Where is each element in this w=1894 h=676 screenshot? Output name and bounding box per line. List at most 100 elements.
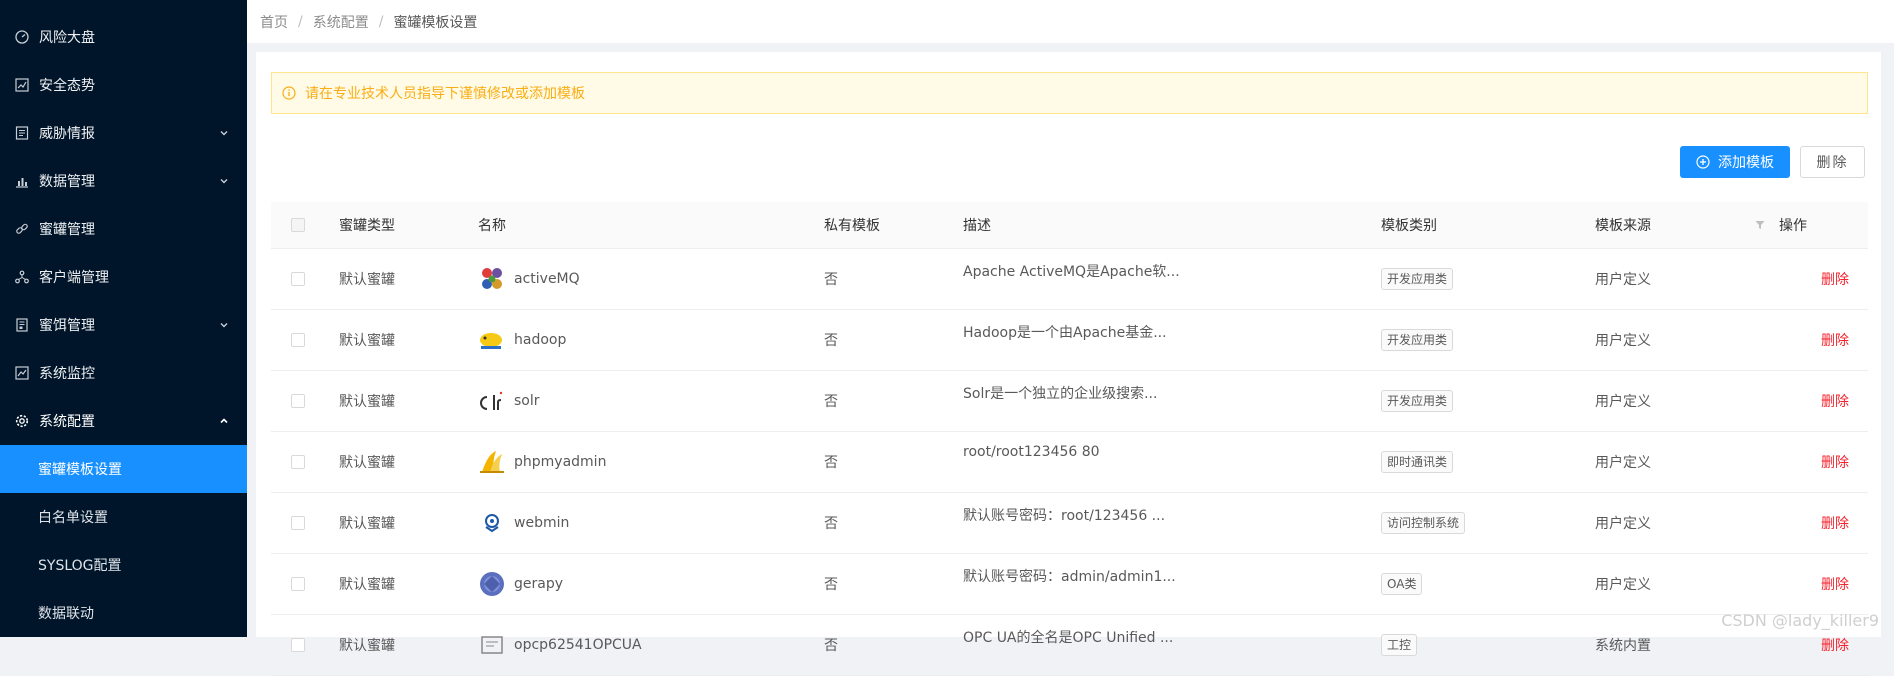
line-chart-icon (14, 77, 30, 93)
cell-desc: Apache ActiveMQ是Apache软... (963, 264, 1180, 280)
category-tag: 开发应用类 (1381, 390, 1454, 412)
cell-private: 否 (824, 516, 838, 532)
cell-type: 默认蜜罐 (339, 272, 395, 288)
table-row: 默认蜜罐 phpmyadmin 否 root/root123456 80 即时通… (271, 432, 1868, 493)
template-table: 蜜罐类型 名称 私有模板 描述 模板类别 模板来源 操作 默认蜜罐 active… (271, 202, 1868, 676)
sidebar-item-data-management[interactable]: 数据管理 (0, 157, 247, 205)
filter-icon[interactable] (1755, 202, 1765, 248)
cell-desc: root/root123456 80 (963, 444, 1100, 460)
header-category: 模板类别 (1381, 218, 1437, 234)
cell-source: 用户定义 (1595, 272, 1651, 288)
sidebar-subitem-syslog[interactable]: SYSLOG配置 (0, 541, 247, 589)
alert-text: 请在专业技术人员指导下谨慎修改或添加模板 (305, 86, 585, 102)
delete-button[interactable]: 删除 (1800, 146, 1865, 178)
sidebar-item-system-config[interactable]: 系统配置 (0, 397, 247, 445)
cell-type: 默认蜜罐 (339, 394, 395, 410)
webmin-logo (478, 509, 506, 537)
sidebar-subitem-label: 数据联动 (38, 606, 94, 622)
sidebar-subitem-data-linkage[interactable]: 数据联动 (0, 589, 247, 637)
cell-private: 否 (824, 394, 838, 410)
row-checkbox[interactable] (291, 333, 305, 347)
cell-name-text: hadoop (514, 332, 567, 348)
warning-alert: 请在专业技术人员指导下谨慎修改或添加模板 (271, 72, 1868, 114)
sidebar-item-system-monitor[interactable]: 系统监控 (0, 349, 247, 397)
row-delete-link[interactable]: 删除 (1821, 330, 1849, 350)
sidebar-item-security-posture[interactable]: 安全态势 (0, 61, 247, 109)
sidebar-item-label: 安全态势 (39, 78, 95, 94)
sidebar-item-client-management[interactable]: 客户端管理 (0, 253, 247, 301)
setting-icon (14, 413, 30, 429)
header-name: 名称 (478, 218, 506, 234)
sidebar-subitem-label: SYSLOG配置 (38, 558, 122, 574)
cell-source: 用户定义 (1595, 394, 1651, 410)
hadoop-logo (478, 326, 506, 354)
row-delete-link[interactable]: 删除 (1821, 452, 1849, 472)
cell-source: 用户定义 (1595, 455, 1651, 471)
cell-name: phpmyadmin (478, 432, 606, 492)
row-checkbox[interactable] (291, 516, 305, 530)
category-tag: 访问控制系统 (1381, 512, 1466, 534)
breadcrumb-system-config[interactable]: 系统配置 (313, 12, 369, 32)
sidebar-item-honeypot-management[interactable]: 蜜罐管理 (0, 205, 247, 253)
template-panel: 请在专业技术人员指导下谨慎修改或添加模板 添加模板 删除 蜜罐类型 名称 私有模… (256, 52, 1881, 676)
category-tag: 开发应用类 (1381, 268, 1454, 290)
sidebar: 风险大盘 安全态势 威胁情报 数据管理 蜜罐管理 客户端管理 蜜饵管理 系统监控… (0, 0, 247, 637)
cell-desc: Hadoop是一个由Apache基金... (963, 325, 1167, 341)
table-row: 默认蜜罐 solr 否 Solr是一个独立的企业级搜索... 开发应用类 用户定… (271, 371, 1868, 432)
cell-name: solr (478, 371, 540, 431)
category-tag: 即时通讯类 (1381, 451, 1454, 473)
row-checkbox[interactable] (291, 577, 305, 591)
cell-name-text: webmin (514, 515, 570, 531)
breadcrumb-home[interactable]: 首页 (260, 12, 288, 32)
sidebar-subitem-whitelist[interactable]: 白名单设置 (0, 493, 247, 541)
row-delete-link[interactable]: 删除 (1821, 635, 1849, 655)
breadcrumb: 首页 / 系统配置 / 蜜罐模板设置 (247, 0, 1894, 43)
activemq-logo (478, 265, 506, 293)
row-delete-link[interactable]: 删除 (1821, 391, 1849, 411)
row-checkbox[interactable] (291, 455, 305, 469)
cell-private: 否 (824, 638, 838, 654)
header-private: 私有模板 (824, 218, 880, 234)
cell-name-text: opcp62541OPCUA (514, 637, 642, 653)
row-checkbox[interactable] (291, 272, 305, 286)
cell-type: 默认蜜罐 (339, 577, 395, 593)
cell-name-text: gerapy (514, 576, 564, 592)
cell-type: 默认蜜罐 (339, 333, 395, 349)
header-source: 模板来源 (1595, 218, 1651, 234)
row-delete-link[interactable]: 删除 (1821, 574, 1849, 594)
category-tag: OA类 (1381, 573, 1423, 595)
cell-source: 用户定义 (1595, 333, 1651, 349)
row-delete-link[interactable]: 删除 (1821, 269, 1849, 289)
sidebar-item-threat-intel[interactable]: 威胁情报 (0, 109, 247, 157)
breadcrumb-current: 蜜罐模板设置 (393, 14, 478, 31)
bar-chart-icon (14, 173, 30, 189)
sidebar-subitem-label: 白名单设置 (38, 510, 108, 526)
sidebar-item-label: 威胁情报 (39, 126, 95, 142)
cell-name-text: solr (514, 393, 540, 409)
sidebar-item-label: 系统配置 (39, 414, 95, 430)
table-header: 蜜罐类型 名称 私有模板 描述 模板类别 模板来源 操作 (271, 202, 1868, 249)
delete-label: 删除 (1816, 155, 1849, 171)
row-checkbox[interactable] (291, 394, 305, 408)
sidebar-item-label: 风险大盘 (39, 30, 95, 46)
chevron-down-icon (219, 174, 229, 190)
chevron-down-icon (219, 318, 229, 334)
monitor-chart-icon (14, 365, 30, 381)
cell-desc: 默认账号密码：admin/admin1... (963, 569, 1176, 585)
table-row: 默认蜜罐 webmin 否 默认账号密码：root/123456 ... 访问控… (271, 493, 1868, 554)
select-all-checkbox[interactable] (291, 218, 305, 232)
sidebar-item-label: 蜜饵管理 (39, 318, 95, 334)
sidebar-item-label: 客户端管理 (39, 270, 109, 286)
row-delete-link[interactable]: 删除 (1821, 513, 1849, 533)
sidebar-item-bait-management[interactable]: 蜜饵管理 (0, 301, 247, 349)
sidebar-subitem-honeypot-template[interactable]: 蜜罐模板设置 (0, 445, 247, 493)
plus-circle-icon (1696, 155, 1710, 169)
cell-type: 默认蜜罐 (339, 638, 395, 654)
sidebar-item-risk-dashboard[interactable]: 风险大盘 (0, 13, 247, 61)
add-template-button[interactable]: 添加模板 (1680, 146, 1790, 178)
header-op: 操作 (1779, 218, 1807, 234)
sidebar-item-label: 系统监控 (39, 366, 95, 382)
category-tag: 开发应用类 (1381, 329, 1454, 351)
row-checkbox[interactable] (291, 638, 305, 652)
cell-private: 否 (824, 455, 838, 471)
